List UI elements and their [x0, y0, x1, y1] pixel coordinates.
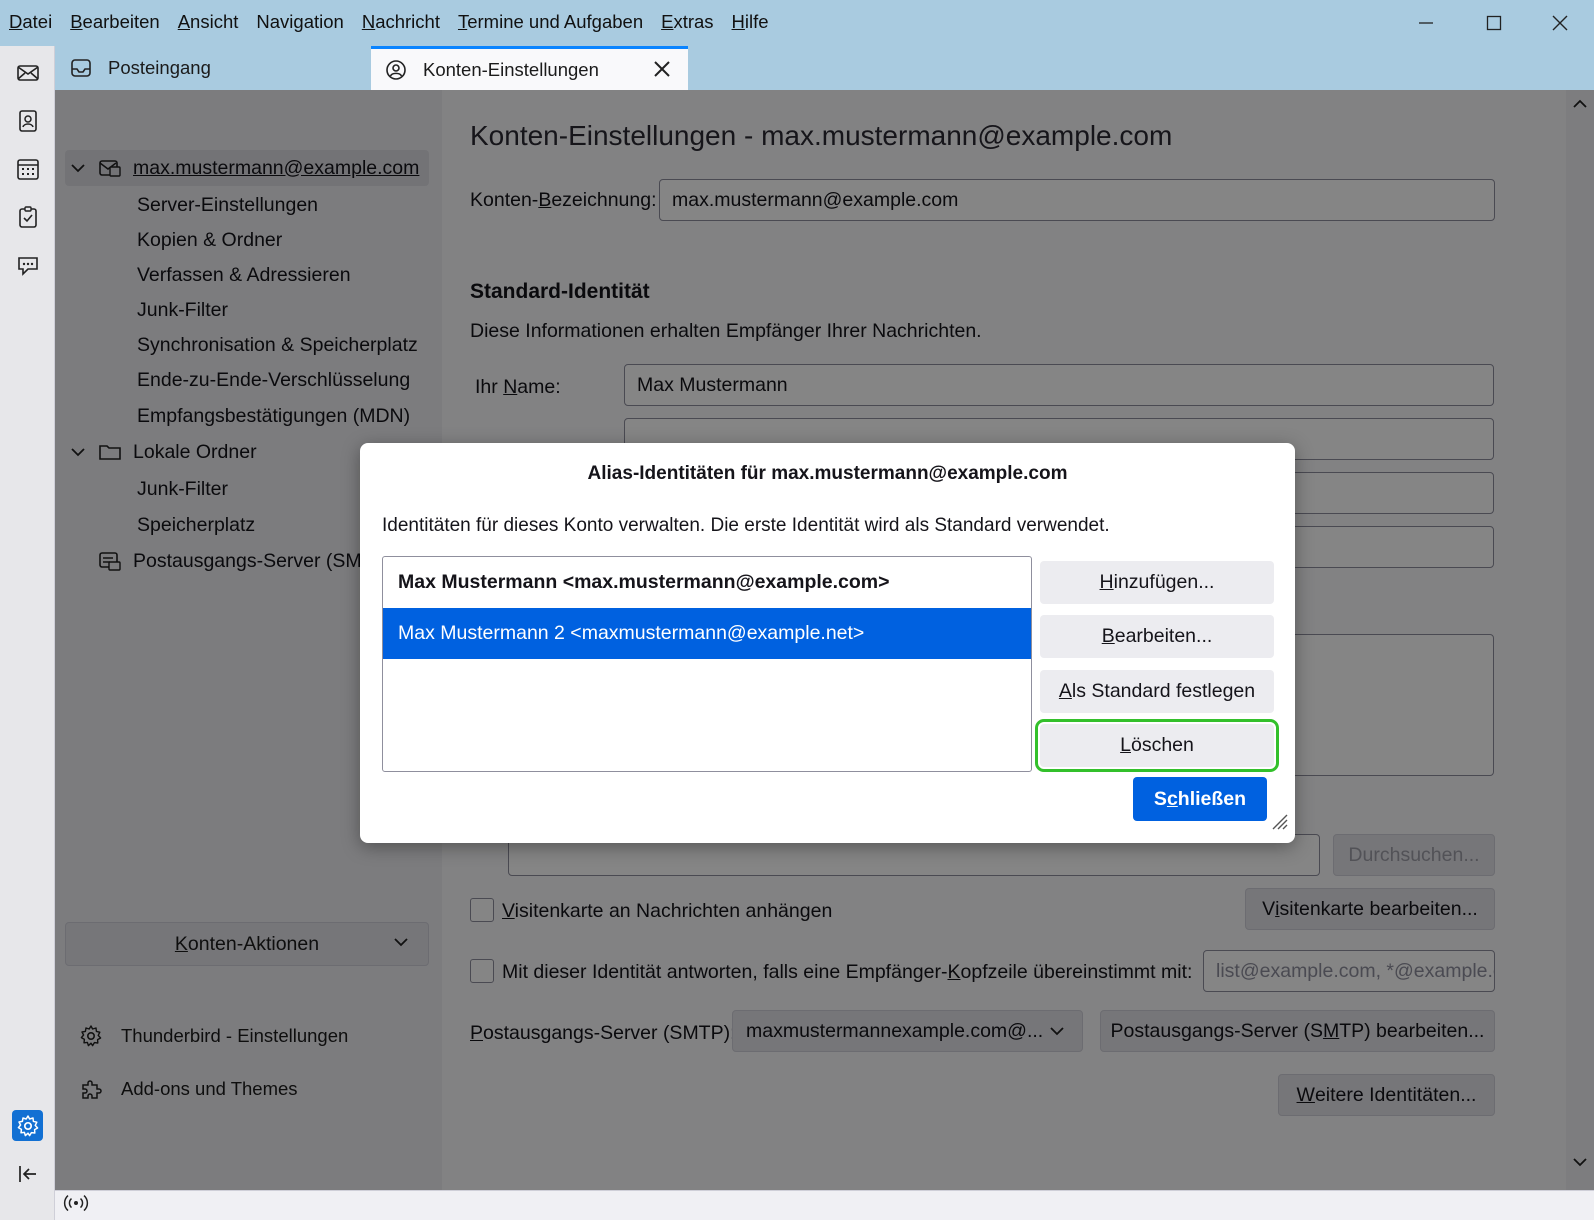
- menu-bar: Datei Bearbeiten Ansicht Navigation Nach…: [0, 0, 778, 44]
- space-tasks[interactable]: [12, 201, 43, 232]
- menu-help[interactable]: Hilfe: [723, 11, 778, 33]
- dialog-description: Identitäten für dieses Konto verwalten. …: [382, 515, 1110, 536]
- identity-row-default[interactable]: Max Mustermann <max.mustermann@example.c…: [383, 557, 1031, 608]
- chat-icon: [17, 256, 38, 276]
- space-settings[interactable]: [12, 1110, 43, 1141]
- menu-edit[interactable]: Bearbeiten: [61, 11, 169, 33]
- close-dialog-button[interactable]: Sc hließen: [1133, 777, 1267, 821]
- collapse-spaces-button[interactable]: [12, 1158, 43, 1189]
- window-close-button[interactable]: [1526, 0, 1594, 46]
- menu-file[interactable]: Datei: [0, 11, 61, 33]
- add-identity-button[interactable]: Hinzufügen...: [1040, 561, 1274, 604]
- tab-label: Konten-Einstellungen: [423, 58, 599, 80]
- alias-identities-dialog: Alias-Identitäten für max.mustermann@exa…: [360, 443, 1295, 843]
- collapse-icon: [18, 1165, 36, 1182]
- status-bar: [55, 1190, 1594, 1220]
- online-status-icon[interactable]: [63, 1193, 89, 1219]
- close-icon: [1552, 15, 1568, 31]
- space-calendar[interactable]: [12, 153, 43, 184]
- identity-row-selected[interactable]: Max Mustermann 2 <maxmustermann@example.…: [383, 608, 1031, 659]
- menu-tools[interactable]: Extras: [652, 11, 722, 33]
- address-book-icon: [18, 109, 37, 132]
- dialog-title: Alias-Identitäten für max.mustermann@exa…: [587, 463, 1068, 484]
- inbox-icon: [68, 55, 94, 81]
- space-chat[interactable]: [12, 250, 43, 281]
- identities-list[interactable]: Max Mustermann <max.mustermann@example.c…: [382, 556, 1032, 772]
- title-bar: Datei Bearbeiten Ansicht Navigation Nach…: [0, 0, 1594, 90]
- space-address-book[interactable]: [12, 105, 43, 136]
- edit-identity-button[interactable]: Bearbeiten...: [1040, 615, 1274, 658]
- minimize-button[interactable]: [1392, 0, 1460, 46]
- menu-view[interactable]: Ansicht: [169, 11, 248, 33]
- maximize-button[interactable]: [1460, 0, 1528, 46]
- tasks-icon: [18, 205, 37, 228]
- spaces-toolbar: [0, 46, 55, 1220]
- delete-identity-button[interactable]: Löschen: [1035, 719, 1279, 772]
- tab-inbox[interactable]: Posteingang: [56, 46, 370, 90]
- menu-events-tasks[interactable]: Termine und Aufgaben: [449, 11, 652, 33]
- gear-icon: [17, 1114, 38, 1136]
- menu-navigation[interactable]: Navigation: [247, 11, 352, 33]
- resize-grip-icon[interactable]: [1269, 811, 1289, 837]
- menu-message[interactable]: Nachricht: [353, 11, 449, 33]
- minimize-icon: [1419, 22, 1433, 24]
- tab-label: Posteingang: [108, 57, 211, 78]
- mail-icon: [16, 64, 39, 81]
- maximize-icon: [1486, 15, 1502, 31]
- space-mail[interactable]: [12, 57, 43, 88]
- account-settings-icon: [383, 57, 409, 83]
- tab-close-button[interactable]: [650, 57, 674, 81]
- set-default-button[interactable]: Als Standard festlegen: [1040, 670, 1274, 713]
- close-icon: [654, 61, 670, 77]
- tab-account-settings[interactable]: Konten-Einstellungen: [371, 46, 688, 90]
- calendar-icon: [16, 158, 39, 180]
